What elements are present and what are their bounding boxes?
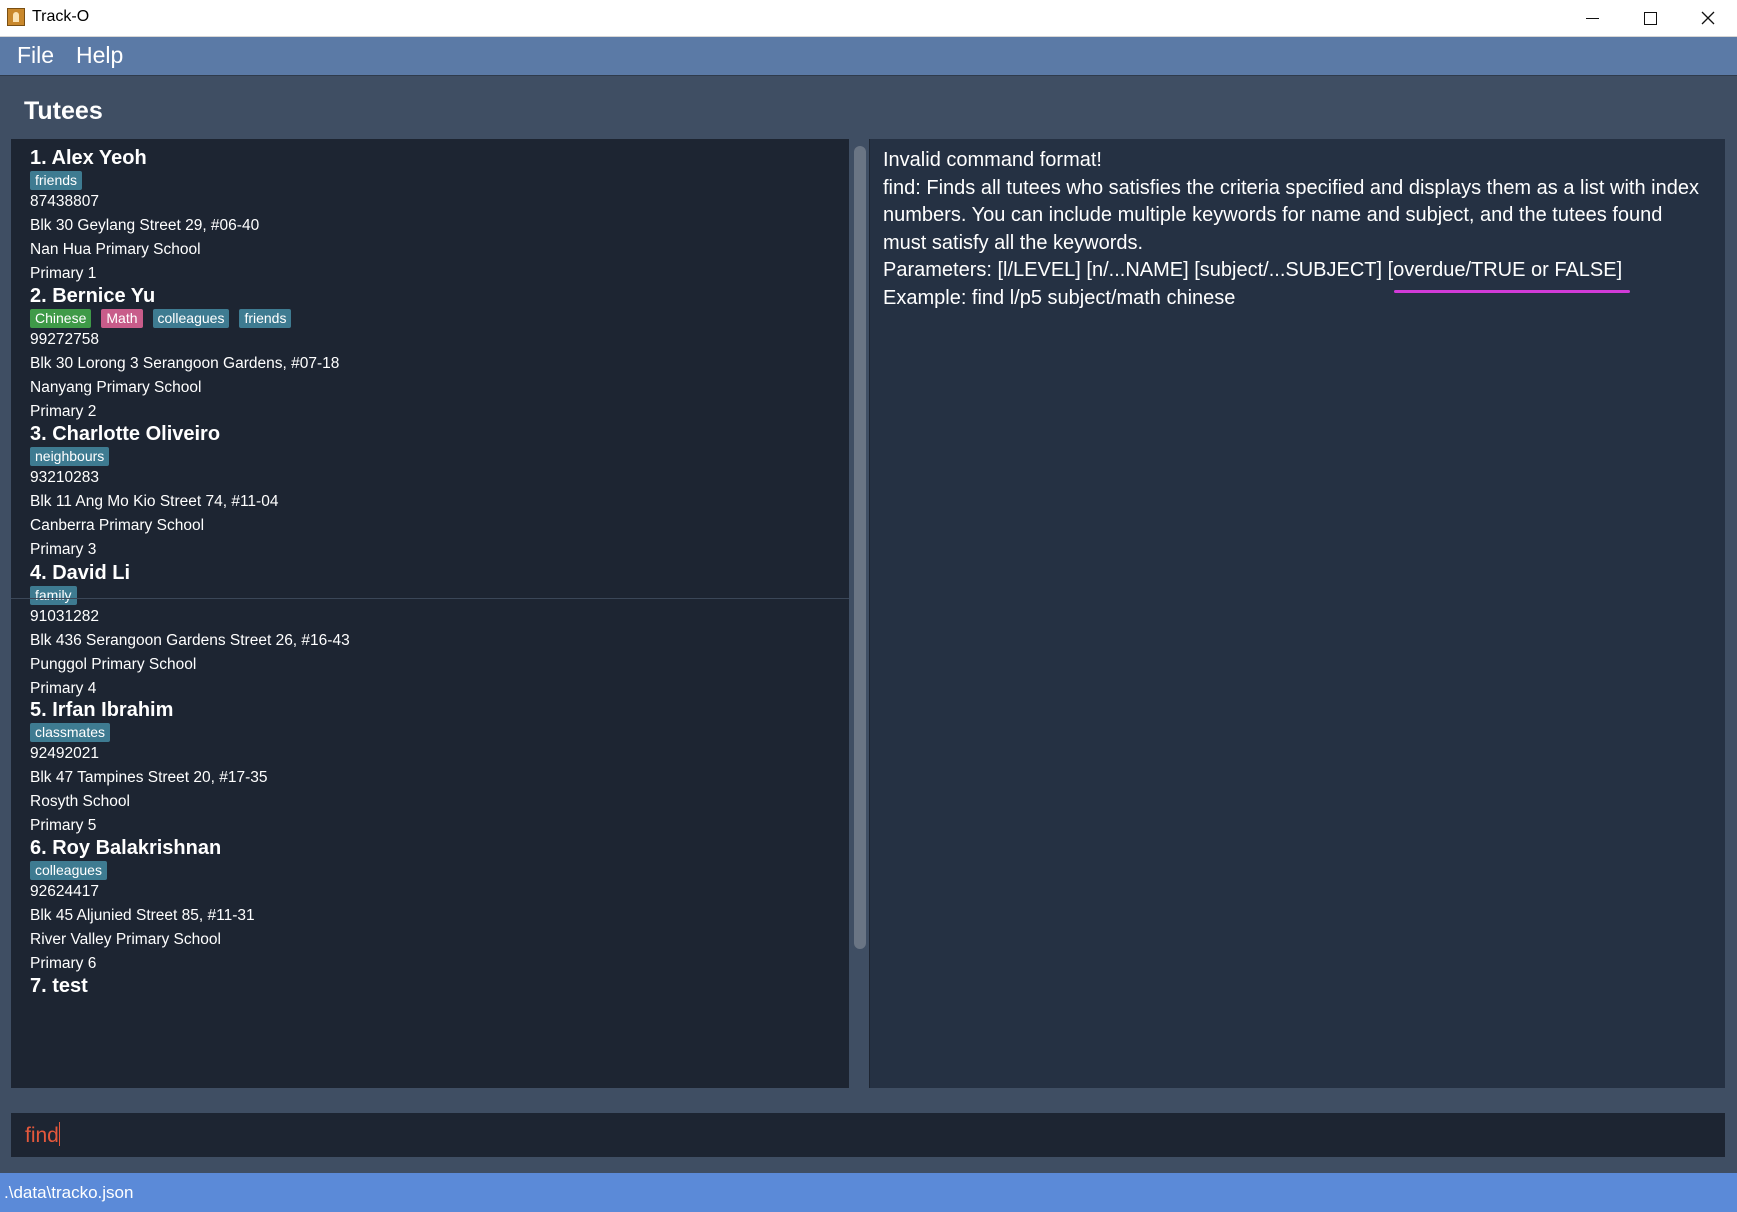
tag-badge: family bbox=[30, 586, 77, 605]
tutee-address: Blk 11 Ang Mo Kio Street 74, #11-04 bbox=[30, 493, 279, 510]
text-caret bbox=[58, 1122, 60, 1146]
list-divider bbox=[11, 598, 849, 599]
close-icon[interactable] bbox=[1679, 0, 1737, 36]
section-title: Tutees bbox=[24, 97, 103, 125]
maximize-icon[interactable] bbox=[1621, 0, 1679, 36]
tutee-phone: 93210283 bbox=[30, 469, 99, 486]
tag-badge: friends bbox=[30, 171, 83, 190]
tag-badge: colleagues bbox=[152, 309, 230, 328]
tutee-card[interactable]: 6. Roy Balakrishnan colleagues 92624417 Blk… bbox=[11, 829, 849, 972]
result-line: Example: find l/p5 subject/math chinese bbox=[883, 286, 1236, 309]
tutee-address: Blk 45 Aljunied Street 85, #11-31 bbox=[30, 907, 255, 924]
command-input[interactable]: find bbox=[25, 1122, 60, 1148]
tag-badge: neighbours bbox=[30, 447, 110, 466]
tutee-school: Nanyang Primary School bbox=[30, 379, 202, 396]
tutee-phone: 87438807 bbox=[30, 193, 99, 210]
tutee-name: 5. Irfan Ibrahim bbox=[30, 699, 174, 721]
tutee-tags: colleagues bbox=[30, 861, 107, 880]
tutee-school: Punggol Primary School bbox=[30, 656, 197, 673]
tutee-card[interactable]: 3. Charlotte Oliveiro neighbours 93210283 B… bbox=[11, 415, 849, 558]
window-title: Track-O bbox=[32, 8, 90, 25]
tutee-card[interactable]: 1. Alex Yeoh friends 87438807 Blk 30 Geylan… bbox=[11, 139, 849, 282]
tutee-tags: friends bbox=[30, 171, 83, 190]
tutee-school: River Valley Primary School bbox=[30, 931, 221, 948]
tag-badge: Chinese bbox=[30, 309, 92, 328]
tutee-name: 6. Roy Balakrishnan bbox=[30, 837, 222, 859]
tutee-school: Rosyth School bbox=[30, 793, 130, 810]
tutee-phone: 91031282 bbox=[30, 608, 99, 625]
result-line: Parameters: [l/LEVEL] [n/...NAME] [subje… bbox=[883, 259, 1623, 281]
tutee-tags: neighbours bbox=[30, 447, 110, 466]
tutee-name: 4. David Li bbox=[30, 562, 131, 584]
tutee-list[interactable]: 1. Alex Yeoh friends 87438807 Blk 30 Geylan… bbox=[11, 139, 849, 1088]
spellcheck-underline bbox=[1394, 290, 1630, 293]
tutee-school: Canberra Primary School bbox=[30, 517, 205, 534]
minimize-icon[interactable] bbox=[1563, 0, 1621, 36]
tutee-address: Blk 30 Lorong 3 Serangoon Gardens, #07-1… bbox=[30, 355, 340, 372]
menu-help[interactable]: Help bbox=[76, 42, 123, 69]
save-file-path: .\data\tracko.json bbox=[4, 1183, 134, 1202]
tutee-phone: 92624417 bbox=[30, 883, 99, 900]
app-icon bbox=[7, 8, 25, 26]
result-line: Invalid command format! bbox=[883, 149, 1102, 171]
result-line: find: Finds all tutees who satisfies the… bbox=[883, 176, 1699, 254]
list-scrollbar-thumb[interactable] bbox=[854, 146, 866, 949]
tutee-card[interactable]: 5. Irfan Ibrahim classmates 92492021 Blk 47… bbox=[11, 691, 849, 834]
tag-badge: friends bbox=[239, 309, 292, 328]
menu-file[interactable]: File bbox=[17, 42, 54, 69]
menu-bar: File Help bbox=[0, 37, 1737, 76]
tutee-card[interactable]: 4. David Li family 91031282 Blk 436 Serango… bbox=[11, 554, 849, 697]
tutee-card[interactable]: 2. Bernice Yu Chinese Math colleagues friend… bbox=[11, 277, 849, 420]
result-display: Invalid command format! find: Finds all … bbox=[869, 139, 1725, 1088]
tag-badge: Math bbox=[101, 309, 143, 328]
tutee-tags: family bbox=[30, 586, 77, 605]
tutee-name: 3. Charlotte Oliveiro bbox=[30, 423, 221, 445]
tutee-school: Nan Hua Primary School bbox=[30, 241, 201, 258]
result-text: Invalid command format! find: Finds all … bbox=[883, 147, 1703, 312]
command-text: find bbox=[25, 1124, 59, 1147]
tutee-address: Blk 30 Geylang Street 29, #06-40 bbox=[30, 217, 260, 234]
tag-badge: classmates bbox=[30, 723, 111, 742]
tutee-tags: classmates bbox=[30, 723, 111, 742]
tutee-phone: 92492021 bbox=[30, 745, 99, 762]
tutee-tags: Chinese Math colleagues friends bbox=[30, 309, 292, 328]
command-box[interactable]: find bbox=[11, 1113, 1725, 1157]
tutee-name: 2. Bernice Yu bbox=[30, 285, 156, 307]
window-titlebar: Track-O bbox=[0, 0, 1737, 37]
tutee-phone: 99272758 bbox=[30, 331, 99, 348]
tutee-name: 7. test bbox=[30, 975, 88, 997]
tutee-address: Blk 47 Tampines Street 20, #17-35 bbox=[30, 769, 268, 786]
tutee-name: 1. Alex Yeoh bbox=[30, 147, 147, 169]
status-bar: .\data\tracko.json bbox=[0, 1173, 1737, 1212]
tutee-address: Blk 436 Serangoon Gardens Street 26, #16… bbox=[30, 632, 350, 649]
tag-badge: colleagues bbox=[30, 861, 107, 880]
tutee-card[interactable]: 7. test bbox=[11, 967, 849, 1088]
